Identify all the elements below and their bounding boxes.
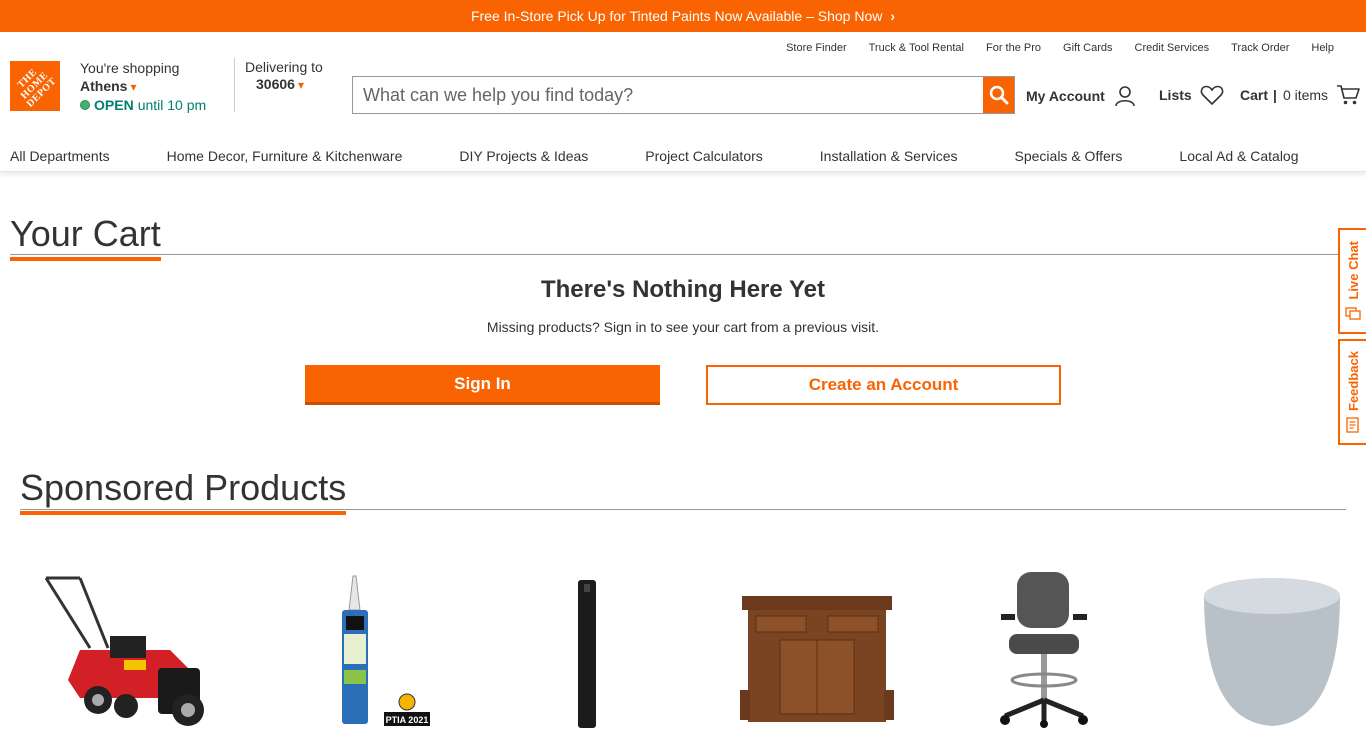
- promo-banner[interactable]: Free In-Store Pick Up for Tinted Paints …: [0, 0, 1366, 32]
- pouf-ottoman-icon[interactable]: [1200, 570, 1350, 728]
- user-icon: [1113, 84, 1137, 108]
- store-open-label: OPEN: [94, 97, 134, 113]
- delivery-zip-selector[interactable]: Delivering to 30606 ▾: [245, 59, 323, 94]
- cart-button[interactable]: Cart | 0 items: [1240, 84, 1360, 106]
- live-chat-label: Live Chat: [1345, 240, 1361, 300]
- product-card[interactable]: [995, 570, 1095, 733]
- product-card[interactable]: [40, 570, 210, 733]
- chat-icon: [1345, 307, 1361, 320]
- product-card[interactable]: PTIA 2021: [320, 570, 440, 733]
- office-chair-icon[interactable]: [995, 570, 1095, 728]
- cart-label: Cart: [1240, 87, 1269, 103]
- feedback-icon: [1346, 417, 1359, 433]
- main-nav: All Departments Home Decor, Furniture & …: [0, 140, 1366, 172]
- util-link-store-finder[interactable]: Store Finder: [786, 42, 847, 54]
- store-hours: OPEN until 10 pm: [80, 96, 206, 114]
- search-bar: [352, 76, 1015, 114]
- cart-separator: |: [1273, 87, 1277, 103]
- product-card[interactable]: [560, 570, 620, 733]
- nav-home-decor[interactable]: Home Decor, Furniture & Kitchenware: [167, 148, 403, 164]
- logo-text: THE HOME DEPOT: [15, 66, 59, 110]
- lists-label: Lists: [1159, 87, 1192, 103]
- lists-button[interactable]: Lists: [1159, 84, 1224, 106]
- sign-in-button[interactable]: Sign In: [305, 365, 660, 405]
- empty-cart-heading: There's Nothing Here Yet: [540, 276, 825, 303]
- promo-text[interactable]: Free In-Store Pick Up for Tinted Paints …: [471, 8, 882, 24]
- search-icon: [989, 85, 1008, 105]
- nav-installation-services[interactable]: Installation & Services: [820, 148, 958, 164]
- ptia-badge-text: PTIA 2021: [386, 715, 429, 725]
- delivery-zip[interactable]: 30606: [256, 76, 295, 92]
- site-header: Store Finder Truck & Tool Rental For the…: [0, 32, 1366, 140]
- chevron-right-icon: ›: [890, 8, 896, 24]
- heart-icon: [1200, 84, 1224, 106]
- nav-all-departments[interactable]: All Departments: [10, 148, 110, 164]
- util-link-for-the-pro[interactable]: For the Pro: [986, 42, 1041, 54]
- product-card[interactable]: [1200, 570, 1350, 733]
- util-link-track-order[interactable]: Track Order: [1231, 42, 1289, 54]
- util-link-truck-tool-rental[interactable]: Truck & Tool Rental: [869, 42, 964, 54]
- store-shopping-label: You're shopping: [80, 60, 180, 76]
- store-city[interactable]: Athens: [80, 78, 127, 94]
- home-depot-logo[interactable]: THE HOME DEPOT: [10, 61, 60, 111]
- chevron-down-icon[interactable]: ▾: [298, 78, 304, 92]
- open-status-icon: [80, 100, 90, 110]
- live-chat-tab[interactable]: Live Chat: [1338, 228, 1366, 334]
- nav-specials-offers[interactable]: Specials & Offers: [1015, 148, 1123, 164]
- caulk-tube-icon[interactable]: PTIA 2021: [320, 570, 440, 728]
- create-account-button[interactable]: Create an Account: [706, 365, 1061, 405]
- feedback-label: Feedback: [1345, 351, 1361, 411]
- sponsored-divider: [20, 509, 1346, 510]
- my-account-label: My Account: [1026, 88, 1105, 104]
- util-link-gift-cards[interactable]: Gift Cards: [1063, 42, 1113, 54]
- header-divider: [234, 58, 235, 112]
- util-link-credit-services[interactable]: Credit Services: [1135, 42, 1210, 54]
- title-divider: [10, 254, 1340, 255]
- search-button[interactable]: [983, 77, 1014, 113]
- sponsored-products-carousel: PTIA 2021: [0, 570, 1366, 728]
- cart-count: 0 items: [1282, 87, 1329, 103]
- nav-local-ad-catalog[interactable]: Local Ad & Catalog: [1179, 148, 1298, 164]
- feedback-tab[interactable]: Feedback: [1338, 339, 1366, 445]
- store-selector[interactable]: You're shopping Athens ▾ OPEN until 10 pm: [80, 59, 206, 114]
- util-link-help[interactable]: Help: [1311, 42, 1334, 54]
- search-input[interactable]: [353, 77, 983, 113]
- nav-diy-projects[interactable]: DIY Projects & Ideas: [459, 148, 588, 164]
- nav-project-calculators[interactable]: Project Calculators: [645, 148, 763, 164]
- lawn-mower-icon[interactable]: [40, 570, 210, 728]
- delivery-label: Delivering to: [245, 59, 323, 75]
- empty-cart-message: Missing products? Sign in to see your ca…: [486, 319, 880, 335]
- sponsored-products-title: Sponsored Products: [20, 467, 347, 515]
- tower-fan-icon[interactable]: [560, 570, 620, 728]
- cart-icon: [1336, 84, 1360, 106]
- kitchen-island-icon[interactable]: [740, 570, 895, 728]
- store-hours-text: until 10 pm: [137, 97, 207, 113]
- my-account-button[interactable]: My Account: [1026, 84, 1137, 108]
- utility-links: Store Finder Truck & Tool Rental For the…: [764, 42, 1334, 54]
- chevron-down-icon[interactable]: ▾: [130, 80, 136, 94]
- product-card[interactable]: [740, 570, 895, 733]
